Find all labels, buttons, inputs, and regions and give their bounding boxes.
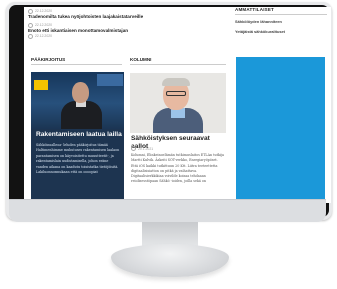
editorial-section: PÄÄKIRJOITUS xyxy=(31,57,122,65)
editorial-photo xyxy=(31,72,124,129)
editorial-card[interactable]: Rakentamiseen laatua lailla Sähköinsalle… xyxy=(31,72,124,203)
column-text: Kolumni, Elinkeinoelämän tutkimuslaitos … xyxy=(131,153,224,184)
screen: 22.12.2020 Tradenomilta tukea nyöjohtois… xyxy=(24,7,331,203)
sidebar-link[interactable]: Sähkölöyden lähanniteen xyxy=(235,19,327,24)
monitor-foot xyxy=(111,244,229,277)
news-item[interactable]: 22.12.2020 Tradenomilta tukea nyöjohtois… xyxy=(28,9,223,20)
monitor-stand xyxy=(142,222,198,246)
sidebar-link[interactable]: Yetäjäistä sähkökuralituset xyxy=(235,29,327,34)
ad-banner[interactable] xyxy=(236,57,325,203)
monitor-frame: 22.12.2020 Tradenomilta tukea nyöjohtois… xyxy=(6,2,332,220)
news-date: 22.12.2020 xyxy=(28,34,223,39)
monitor-chin xyxy=(9,199,326,222)
editorial-header: PÄÄKIRJOITUS xyxy=(31,57,122,65)
sidebar-header: AMMATTILAISET xyxy=(235,7,327,15)
news-item[interactable]: 22.12.2020 Enoto etti iskantiaisen monot… xyxy=(28,23,223,39)
news-title[interactable]: Tradenomilta tukea nyöjohtoisten laajaka… xyxy=(28,14,223,20)
sidebar: AMMATTILAISET Sähkölöyden lähanniteen Ye… xyxy=(235,7,327,39)
clock-icon xyxy=(28,34,33,39)
column-header: KOLUMNI xyxy=(130,57,226,65)
monitor-bezel: 22.12.2020 Tradenomilta tukea nyöjohtois… xyxy=(9,5,331,217)
column-photo[interactable] xyxy=(130,73,226,133)
column-section: KOLUMNI xyxy=(130,57,226,65)
editorial-text: Sähköinsalleoa- leholen pääkirjoitus täm… xyxy=(36,143,120,175)
news-list: 22.12.2020 Tradenomilta tukea nyöjohtois… xyxy=(28,9,223,42)
column-date: 20.1.2021 xyxy=(131,146,153,151)
clock-icon xyxy=(131,146,136,151)
editorial-title[interactable]: Rakentamiseen laatua lailla xyxy=(36,131,122,139)
